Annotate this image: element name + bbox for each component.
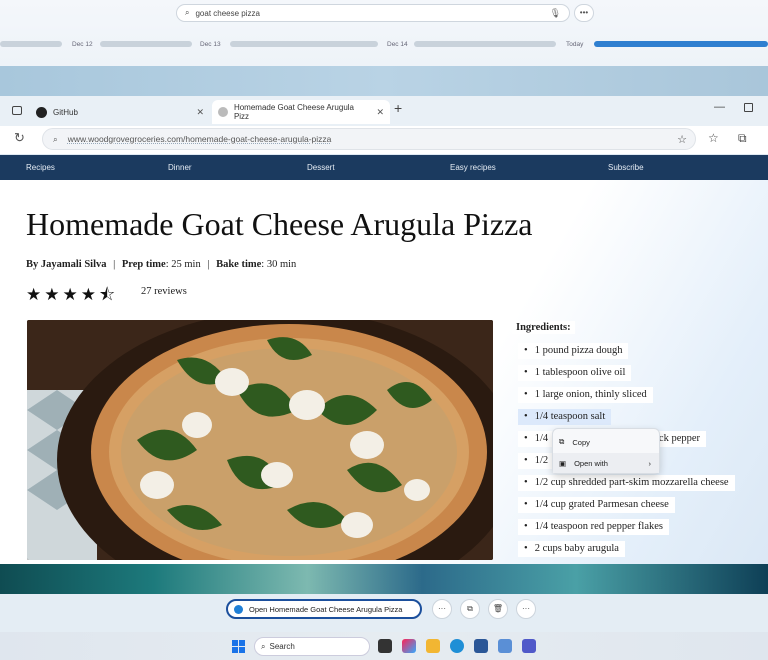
- search-icon: ⌕: [185, 8, 190, 17]
- recall-search-box[interactable]: ⌕ goat cheese pizza 🎙: [176, 4, 570, 22]
- timeline-segment[interactable]: [100, 41, 192, 47]
- app-icon[interactable]: [498, 639, 512, 653]
- site-nav: [0, 155, 768, 180]
- start-icon[interactable]: [232, 640, 245, 653]
- search-icon: ⌕: [53, 133, 58, 144]
- bake-time-value: : 30 min: [261, 259, 297, 270]
- timeline-segment[interactable]: [230, 41, 378, 47]
- ingredient-item: 1 tablespoon olive oil: [518, 365, 632, 381]
- timeline-label: Dec 12: [72, 41, 93, 48]
- task-view-icon[interactable]: [378, 639, 392, 653]
- copy-icon: ⧉: [559, 437, 565, 446]
- tab-label: GitHub: [53, 107, 78, 117]
- more-options-button[interactable]: •••: [574, 4, 594, 22]
- edge-icon[interactable]: [450, 639, 464, 653]
- author: By Jayamali Silva: [26, 259, 107, 270]
- ingredient-item: 1 large onion, thinly sliced: [518, 387, 653, 403]
- address-bar[interactable]: ⌕ www.woodgrovegroceries.com/homemade-go…: [42, 128, 696, 150]
- tab-bar: GitHub ✕ Homemade Goat Cheese Arugula Pi…: [0, 96, 768, 126]
- copy-icon[interactable]: ⧉: [460, 599, 480, 619]
- close-icon[interactable]: ✕: [376, 107, 384, 118]
- search-icon: ⌕: [261, 641, 266, 651]
- copilot-icon[interactable]: [402, 639, 416, 653]
- desktop-wallpaper: [0, 564, 768, 594]
- tab-pizza-recipe[interactable]: Homemade Goat Cheese Arugula Pizz ✕: [212, 100, 390, 124]
- ingredient-text: 1/4: [534, 433, 549, 444]
- open-page-button[interactable]: Open Homemade Goat Cheese Arugula Pizza: [226, 599, 422, 619]
- review-count[interactable]: 27 reviews: [141, 286, 187, 297]
- new-tab-icon[interactable]: +: [394, 100, 402, 116]
- nav-easy-recipes[interactable]: Easy recipes: [450, 163, 496, 172]
- nav-subscribe[interactable]: Subscribe: [608, 163, 644, 172]
- file-explorer-icon[interactable]: [426, 639, 440, 653]
- ingredient-item: 1/4 cup grated Parmesan cheese: [518, 497, 675, 513]
- url-text: www.woodgrovegroceries.com/homemade-goat…: [67, 134, 332, 144]
- taskbar-search-label: Search: [269, 642, 295, 651]
- tab-github[interactable]: GitHub ✕: [30, 100, 210, 124]
- recipe-byline: By Jayamali Silva | Prep time: 25 min | …: [26, 259, 296, 270]
- minimize-icon[interactable]: —: [714, 101, 725, 113]
- context-label: Open with: [574, 458, 608, 468]
- tab-actions-icon[interactable]: [12, 106, 22, 115]
- timeline-segment[interactable]: [0, 41, 62, 47]
- refresh-icon[interactable]: ↻: [14, 130, 25, 146]
- separator: |: [113, 259, 116, 270]
- close-icon[interactable]: ✕: [196, 107, 204, 118]
- taskbar-search[interactable]: ⌕ Search: [254, 637, 370, 656]
- prep-time-label: Prep time: [121, 259, 166, 270]
- more-button[interactable]: ···: [432, 599, 452, 619]
- nav-recipes[interactable]: Recipes: [26, 163, 55, 172]
- store-icon[interactable]: [474, 639, 488, 653]
- tab-label: Homemade Goat Cheese Arugula Pizz: [233, 103, 355, 121]
- more-options-button[interactable]: ···: [516, 599, 536, 619]
- edge-icon: [234, 604, 243, 614]
- timeline-label: Dec 13: [200, 41, 221, 48]
- collections-icon[interactable]: ⧉: [738, 131, 747, 146]
- prep-time-value: : 25 min: [165, 259, 201, 270]
- pizza-photo: [27, 320, 493, 560]
- open-with-icon: ▣: [559, 458, 567, 468]
- context-menu: ⧉ Copy ▣ Open with ›: [552, 428, 660, 474]
- timeline-label: Today: [566, 41, 584, 48]
- context-copy[interactable]: ⧉ Copy: [553, 432, 659, 452]
- favorites-icon[interactable]: ☆: [708, 131, 719, 145]
- timeline-current-segment[interactable]: [594, 41, 768, 47]
- github-icon: [36, 106, 47, 118]
- page-title: Homemade Goat Cheese Arugula Pizza: [26, 206, 537, 245]
- delete-icon[interactable]: 🗑: [488, 599, 508, 619]
- separator: |: [207, 259, 210, 270]
- ingredient-item: 2 cups baby arugula: [518, 541, 625, 557]
- favorite-add-icon[interactable]: ☆: [677, 133, 687, 146]
- ingredient-text: 1/2: [534, 455, 549, 466]
- open-page-label: Open Homemade Goat Cheese Arugula Pizza: [249, 604, 403, 614]
- nav-dessert[interactable]: Dessert: [307, 163, 335, 172]
- ingredient-item: 1/2 cup shredded part-skim mozzarella ch…: [518, 475, 735, 491]
- ingredient-item: 1/4 teaspoon red pepper flakes: [518, 519, 669, 535]
- nav-dinner[interactable]: Dinner: [168, 163, 192, 172]
- star-rating: ★★★★⯪: [26, 285, 119, 304]
- maximize-icon[interactable]: [744, 103, 753, 112]
- snapshot-background: [0, 66, 768, 96]
- chevron-right-icon: ›: [648, 458, 652, 468]
- search-query: goat cheese pizza: [195, 8, 260, 18]
- site-icon: [218, 107, 228, 117]
- ingredient-item: 1 pound pizza dough: [518, 343, 629, 359]
- ingredient-item-selected[interactable]: 1/4 teaspoon salt: [518, 409, 612, 425]
- context-open-with[interactable]: ▣ Open with ›: [553, 453, 659, 473]
- timeline-segment[interactable]: [414, 41, 556, 47]
- context-label: Copy: [572, 437, 590, 447]
- teams-icon[interactable]: [522, 639, 536, 653]
- ingredients-heading: Ingredients:: [512, 321, 575, 334]
- bake-time-label: Bake time: [216, 259, 262, 270]
- microphone-icon[interactable]: 🎙: [550, 8, 561, 19]
- timeline-label: Dec 14: [387, 41, 408, 48]
